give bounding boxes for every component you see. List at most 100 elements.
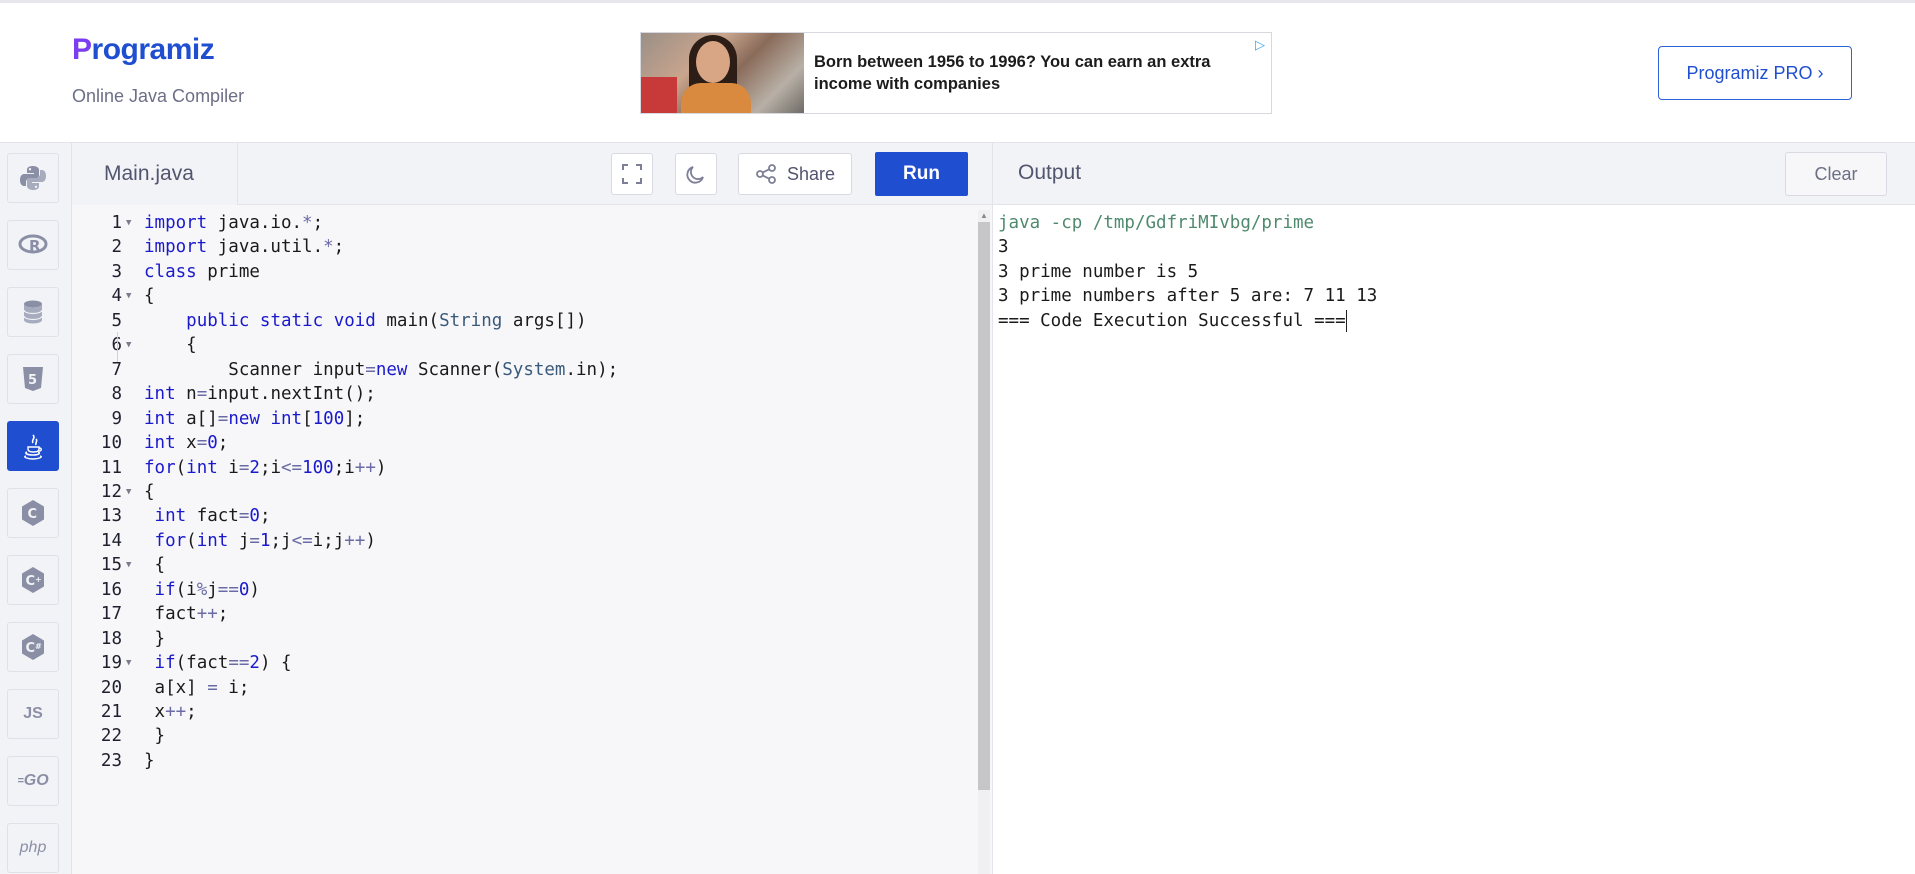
line-number: 11 bbox=[100, 457, 122, 478]
logo-mark: P bbox=[72, 33, 92, 66]
code-line[interactable]: 17 fact++; bbox=[72, 602, 982, 626]
line-number: 5 bbox=[111, 310, 122, 331]
line-number: 20 bbox=[100, 677, 122, 698]
output-toolbar: Output Clear bbox=[993, 143, 1915, 205]
fold-arrow-icon[interactable]: ▼ bbox=[126, 333, 131, 357]
code-text: int n=input.nextInt(); bbox=[144, 384, 376, 405]
logo-text: rogramiz bbox=[91, 33, 215, 66]
csharp-language-icon[interactable]: C # bbox=[7, 622, 59, 672]
cpp-language-icon[interactable]: C + bbox=[7, 555, 59, 605]
code-line[interactable]: 2 import java.util.*; bbox=[72, 235, 982, 259]
code-line[interactable]: 7 Scanner input=new Scanner(System.in); bbox=[72, 358, 982, 382]
code-text: } bbox=[144, 628, 166, 649]
ad-text[interactable]: Born between 1956 to 1996? You can earn … bbox=[814, 51, 1254, 95]
moon-icon bbox=[686, 166, 704, 184]
r-language-icon[interactable]: R bbox=[7, 220, 59, 270]
code-text: { bbox=[144, 335, 197, 356]
fullscreen-button[interactable] bbox=[611, 153, 653, 195]
code-line[interactable]: 23} bbox=[72, 749, 982, 773]
site-header: Programiz Online Java Compiler Born betw… bbox=[0, 3, 1915, 143]
line-number: 23 bbox=[100, 750, 122, 771]
svg-text:C: C bbox=[26, 574, 36, 589]
code-text: a[x] = i; bbox=[144, 677, 250, 698]
code-line[interactable]: 11 for(int i=2;i<=100;i++) bbox=[72, 456, 982, 480]
code-line[interactable]: 18 } bbox=[72, 627, 982, 651]
line-number: 22 bbox=[100, 726, 122, 747]
code-text: for(int i=2;i<=100;i++) bbox=[144, 457, 387, 478]
run-button[interactable]: Run bbox=[875, 152, 968, 196]
fold-arrow-icon[interactable]: ▼ bbox=[126, 480, 131, 504]
code-line[interactable]: 14 for(int j=1;j<=i;j++) bbox=[72, 529, 982, 553]
fold-arrow-icon[interactable]: ▼ bbox=[126, 284, 131, 308]
programiz-pro-button[interactable]: Programiz PRO › bbox=[1658, 46, 1852, 100]
code-line[interactable]: 4 ▼ { bbox=[72, 284, 982, 308]
line-number: 17 bbox=[100, 604, 122, 625]
output-line: 3 prime numbers after 5 are: 7 11 13 bbox=[998, 286, 1378, 307]
advertisement-banner[interactable]: Born between 1956 to 1996? You can earn … bbox=[640, 32, 1272, 114]
html5-icon[interactable]: 5 bbox=[7, 354, 59, 404]
code-line[interactable]: 20 a[x] = i; bbox=[72, 676, 982, 700]
share-label: Share bbox=[786, 163, 836, 184]
code-text: } bbox=[144, 726, 166, 747]
ad-image[interactable] bbox=[641, 33, 804, 113]
output-console[interactable]: java -cp /tmp/GdfriMIvbg/prime 3 3 prime n… bbox=[993, 205, 1915, 874]
line-number: 13 bbox=[100, 506, 122, 527]
fullscreen-icon bbox=[622, 164, 642, 184]
output-command-line: java -cp /tmp/GdfriMIvbg/prime bbox=[998, 213, 1315, 233]
code-line[interactable]: 22 } bbox=[72, 724, 982, 748]
code-text: for(int j=1;j<=i;j++) bbox=[154, 530, 376, 551]
svg-text:R: R bbox=[29, 237, 41, 255]
line-number: 1 bbox=[111, 213, 122, 233]
output-line: 3 bbox=[998, 237, 1009, 258]
code-editor[interactable]: 1 ▼ import java.io.*; 2 import java.util.*; 3… bbox=[72, 205, 992, 874]
clear-button[interactable]: Clear bbox=[1785, 152, 1887, 196]
fold-arrow-icon[interactable]: ▼ bbox=[126, 651, 131, 675]
javascript-icon[interactable]: JS bbox=[7, 689, 59, 739]
code-line[interactable]: 5 public static void main(String args[]) bbox=[72, 309, 982, 333]
adchoices-icon[interactable]: ▷ bbox=[1255, 37, 1265, 53]
editor-scrollbar-thumb[interactable] bbox=[978, 222, 990, 790]
language-sidebar: R 5 C C + C # JS = GO php bbox=[0, 143, 72, 874]
code-line[interactable]: 13 int fact=0; bbox=[72, 504, 982, 528]
code-line[interactable]: 8 int n=input.nextInt(); bbox=[72, 382, 982, 406]
output-line: === Code Execution Successful === bbox=[998, 309, 1347, 332]
code-line[interactable]: 3 class prime bbox=[72, 260, 982, 284]
python-icon[interactable] bbox=[7, 153, 59, 203]
line-number: 12 bbox=[100, 481, 122, 502]
line-number: 6 bbox=[72, 333, 122, 357]
php-language-icon[interactable]: php bbox=[7, 823, 59, 873]
svg-text:C: C bbox=[26, 641, 36, 656]
fold-arrow-icon[interactable]: ▼ bbox=[126, 211, 131, 235]
dark-mode-toggle[interactable] bbox=[675, 153, 717, 195]
line-number: 3 bbox=[111, 261, 122, 282]
line-number: 15 bbox=[100, 555, 122, 576]
c-language-icon[interactable]: C bbox=[7, 488, 59, 538]
code-line[interactable]: 12 ▼ { bbox=[72, 480, 982, 504]
svg-text:C: C bbox=[28, 507, 38, 522]
code-line[interactable]: 1 ▼ import java.io.*; bbox=[72, 211, 982, 235]
svg-text:5: 5 bbox=[28, 373, 37, 388]
code-line[interactable]: 16 if(i%j==0) bbox=[72, 578, 982, 602]
java-icon[interactable] bbox=[7, 421, 59, 471]
code-line[interactable]: 6▼ { bbox=[72, 333, 982, 357]
line-number: 21 bbox=[100, 702, 122, 722]
fold-arrow-icon[interactable]: ▼ bbox=[126, 553, 131, 577]
share-button[interactable]: Share bbox=[738, 153, 852, 195]
code-line[interactable]: 9 int a[]=new int[100]; bbox=[72, 407, 982, 431]
text-caret bbox=[1345, 309, 1347, 332]
code-text: int fact=0; bbox=[154, 506, 271, 527]
code-text: } bbox=[144, 750, 155, 771]
code-text: class prime bbox=[144, 261, 260, 282]
line-number: 4 bbox=[111, 286, 122, 307]
code-line[interactable]: 21 x++; bbox=[72, 700, 982, 724]
code-text: { bbox=[144, 555, 166, 576]
programiz-logo[interactable]: Programiz bbox=[72, 33, 215, 67]
go-language-icon[interactable]: = GO bbox=[7, 756, 59, 806]
code-line[interactable]: 19 ▼ if(fact==2) { bbox=[72, 651, 982, 675]
file-tab-main-java[interactable]: Main.java bbox=[72, 143, 238, 205]
code-text: if(fact==2) { bbox=[154, 653, 292, 674]
code-line[interactable]: 10 int x=0; bbox=[72, 431, 982, 455]
code-line[interactable]: 15 ▼ { bbox=[72, 553, 982, 577]
sql-database-icon[interactable] bbox=[7, 287, 59, 337]
scroll-up-arrow-icon[interactable]: ▲ bbox=[980, 211, 988, 220]
